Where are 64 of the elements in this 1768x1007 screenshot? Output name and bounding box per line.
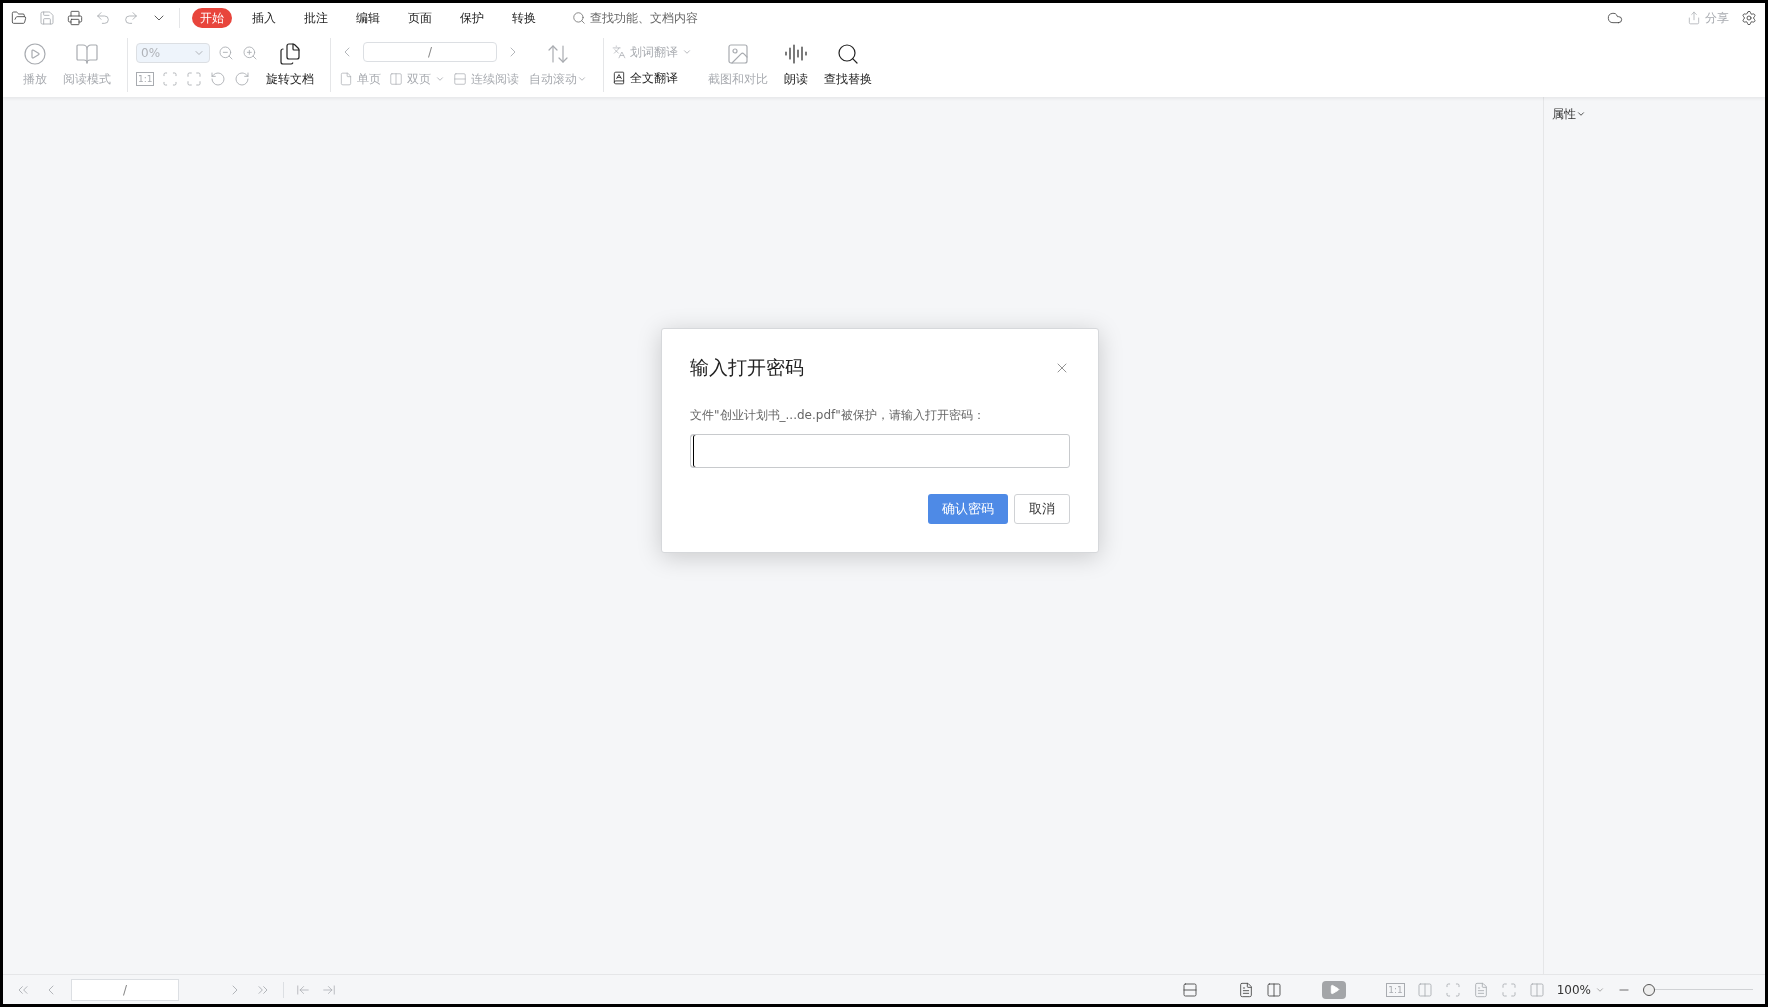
cloud-icon[interactable] xyxy=(1607,10,1623,26)
menu-tab[interactable]: 批注 xyxy=(296,8,336,28)
menu-tab[interactable]: 开始 xyxy=(192,8,232,28)
translate-icon xyxy=(612,71,626,85)
fit-page-icon[interactable] xyxy=(162,71,179,87)
menu-tab[interactable]: 插入 xyxy=(244,8,284,28)
menu-tab[interactable]: 页面 xyxy=(400,8,440,28)
double-page-icon[interactable] xyxy=(1266,981,1283,998)
rotate-left-icon[interactable] xyxy=(210,71,227,87)
fit-page-icon[interactable] xyxy=(1444,981,1461,998)
find-icon xyxy=(836,42,860,66)
translate-icon xyxy=(612,45,626,59)
search-field[interactable]: 查找功能、文档内容 xyxy=(572,9,698,27)
print-icon[interactable] xyxy=(67,10,83,26)
password-field[interactable] xyxy=(690,433,1070,468)
page-icon xyxy=(339,72,353,86)
search-icon xyxy=(572,11,586,25)
cancel-button[interactable]: 取消 xyxy=(1014,493,1070,524)
menu-tab[interactable]: 保护 xyxy=(452,8,492,28)
caret-icon xyxy=(577,74,587,84)
play-icon xyxy=(1328,984,1340,995)
page-field[interactable]: / xyxy=(363,42,497,62)
read-icon xyxy=(784,42,808,66)
forward-icon[interactable] xyxy=(322,982,336,997)
settings-icon[interactable] xyxy=(1741,10,1757,26)
slider-thumb[interactable] xyxy=(1643,983,1655,996)
caret-icon xyxy=(682,47,692,57)
menu-tab[interactable]: 编辑 xyxy=(348,8,388,28)
zoom-out-icon[interactable] xyxy=(218,45,234,61)
caret-icon xyxy=(435,74,445,84)
rotate-right-icon[interactable] xyxy=(234,71,251,87)
reading-mode-icon xyxy=(75,42,99,66)
page-icon xyxy=(389,72,403,86)
single-page-icon[interactable] xyxy=(1238,981,1255,998)
page-icon[interactable] xyxy=(1472,981,1489,998)
dialog-title: 输入打开密码 xyxy=(690,355,804,381)
actual-size-button[interactable]: 1:1 xyxy=(136,72,155,86)
zoom-level[interactable]: 100% xyxy=(1556,980,1605,999)
rotate-document-button[interactable]: 旋转文档 xyxy=(258,37,322,93)
menu-tab[interactable]: 转换 xyxy=(504,8,544,28)
undo-icon[interactable] xyxy=(95,10,111,26)
read-button[interactable]: 朗读 xyxy=(776,37,816,93)
page-icon xyxy=(453,72,467,86)
confirm-button[interactable]: 确认密码 xyxy=(928,493,1008,524)
zoom-in-icon[interactable] xyxy=(242,45,258,61)
page-field[interactable]: / xyxy=(71,978,179,1001)
screenshot-icon xyxy=(726,42,750,66)
properties-menu[interactable]: 属性 xyxy=(1552,105,1757,123)
play-icon xyxy=(23,42,47,66)
full-translate-button[interactable]: 全文翻译 xyxy=(612,69,692,87)
zoom-slider[interactable] xyxy=(1643,982,1753,997)
continuous-icon[interactable] xyxy=(1182,981,1199,998)
back-icon[interactable] xyxy=(296,982,310,997)
actual-size-button[interactable]: 1:1 xyxy=(1386,982,1405,997)
redo-icon[interactable] xyxy=(123,10,139,26)
find-button[interactable]: 查找替换 xyxy=(816,37,880,93)
play-button[interactable] xyxy=(1322,980,1347,999)
rotate-document-icon xyxy=(278,42,302,66)
dialog-message: 文件"创业计划书_...de.pdf"被保护，请输入打开密码： xyxy=(690,406,986,424)
save-icon[interactable] xyxy=(39,10,55,26)
book-icon[interactable] xyxy=(1528,981,1545,998)
share-icon xyxy=(1687,11,1701,25)
caret-icon xyxy=(1576,109,1586,119)
open-icon[interactable] xyxy=(11,10,27,26)
